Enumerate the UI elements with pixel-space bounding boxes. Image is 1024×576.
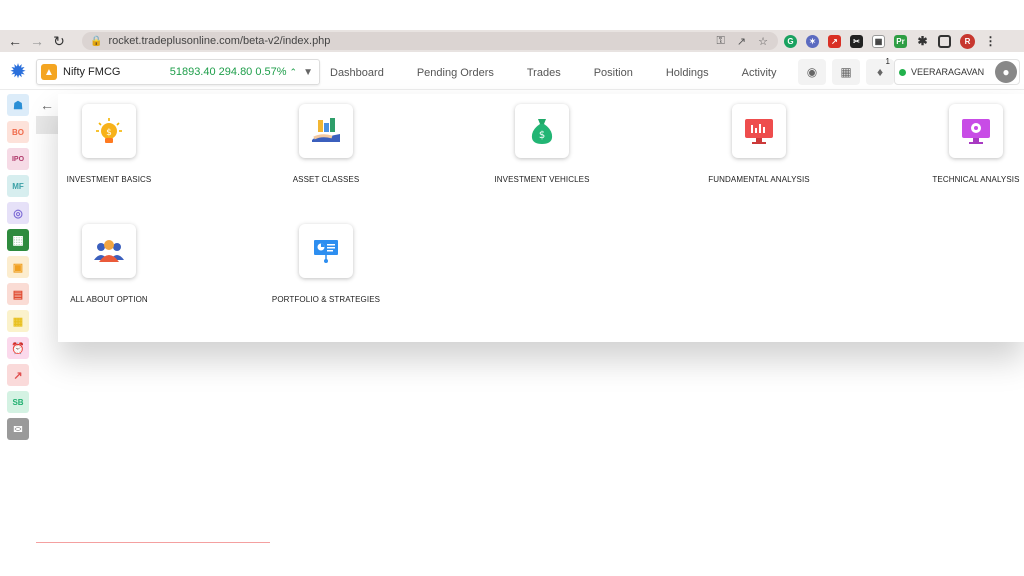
- lightbulb-icon: $: [82, 104, 136, 158]
- top-menu: Dashboard Pending Orders Trades Position…: [330, 56, 810, 90]
- tile-fundamental-analysis[interactable]: FUNDAMENTAL ANALYSIS: [689, 104, 829, 184]
- settings-extension-icon[interactable]: ✶: [806, 34, 819, 48]
- profile-avatar[interactable]: R: [960, 33, 975, 49]
- sidebar-item-sb[interactable]: SB: [7, 391, 29, 413]
- star-icon[interactable]: ☆: [758, 35, 768, 48]
- share-icon[interactable]: ↗: [737, 35, 746, 48]
- sidebar-item-mf[interactable]: MF: [7, 175, 29, 197]
- sidebar-item-chat[interactable]: ✉: [7, 418, 29, 440]
- sidebar-item-bag[interactable]: ▣: [7, 256, 29, 278]
- menu-trades[interactable]: Trades: [527, 67, 561, 79]
- rocket-logo-icon[interactable]: ✹: [6, 59, 30, 85]
- user-menu[interactable]: VEERARAGAVAN ●: [894, 59, 1020, 85]
- bell-icon[interactable]: ♦ 1: [866, 57, 894, 85]
- tile-technical-analysis[interactable]: TECHNICAL ANALYSIS: [906, 104, 1024, 184]
- up-arrow-icon: ⌃: [289, 66, 298, 77]
- notification-count: 1: [885, 57, 890, 66]
- report-icon: ▤: [12, 288, 24, 301]
- people-icon: [82, 224, 136, 278]
- menu-holdings[interactable]: Holdings: [666, 67, 709, 79]
- chart-icon: ↗: [13, 369, 23, 382]
- tile-all-about-option[interactable]: ALL ABOUT OPTION: [39, 224, 179, 304]
- sidebar-item-ipo[interactable]: IPO: [7, 148, 29, 170]
- sidebar: ☗ BO IPO MF ◎ ▦ ▣ ▤ ▦ ⏰ ↗ SB ✉: [0, 92, 35, 546]
- progress-line: [36, 542, 270, 543]
- sidebar-item-home[interactable]: ☗: [7, 94, 29, 116]
- ticker-name: Nifty FMCG: [63, 66, 121, 78]
- ticker-value: 51893.40 294.80 0.57%: [169, 66, 287, 78]
- tile-label: ALL ABOUT OPTION: [70, 295, 148, 304]
- app-frame: ← → ↻ 🔒 rocket.tradeplusonline.com/beta-…: [0, 30, 1024, 546]
- bag-icon: ▣: [12, 261, 24, 274]
- user-avatar-icon[interactable]: ●: [995, 61, 1017, 83]
- menu-dashboard[interactable]: Dashboard: [330, 67, 384, 79]
- money-bag-header-icon[interactable]: ◉: [798, 59, 826, 85]
- reload-icon[interactable]: ↻: [48, 30, 70, 52]
- alarm-icon: ⏰: [11, 342, 25, 355]
- tile-asset-classes[interactable]: ASSET CLASSES: [256, 104, 396, 184]
- address-bar[interactable]: 🔒 rocket.tradeplusonline.com/beta-v2/ind…: [82, 32, 778, 50]
- monitor-chart-icon: [732, 104, 786, 158]
- tile-label: PORTFOLIO & STRATEGIES: [271, 295, 381, 304]
- sidebar-item-grid[interactable]: ▦: [7, 229, 29, 251]
- lock-icon: 🔒: [90, 35, 103, 47]
- pdf-extension-icon[interactable]: ↗: [828, 34, 841, 48]
- sidebar-item-report[interactable]: ▤: [7, 283, 29, 305]
- svg-text:$: $: [539, 130, 545, 141]
- chevron-down-icon[interactable]: ▼: [303, 67, 313, 78]
- menu-position[interactable]: Position: [594, 67, 633, 79]
- sidebar-item-bo[interactable]: BO: [7, 121, 29, 143]
- monitor-gear-icon: [949, 104, 1003, 158]
- forward-icon[interactable]: →: [26, 30, 48, 52]
- sidebar-item-chart[interactable]: ↗: [7, 364, 29, 386]
- tile-label: ASSET CLASSES: [292, 175, 360, 184]
- tile-label: FUNDAMENTAL ANALYSIS: [708, 175, 810, 184]
- sidepanel-icon[interactable]: [938, 34, 951, 48]
- back-icon[interactable]: ←: [4, 30, 26, 52]
- fmcg-icon: ▲: [41, 64, 57, 80]
- url-text: rocket.tradeplusonline.com/beta-v2/index…: [108, 35, 331, 47]
- calendar-icon: ▦: [12, 315, 24, 328]
- puzzle-icon[interactable]: ✱: [916, 34, 929, 48]
- tile-investment-basics[interactable]: $ INVESTMENT BASICS: [39, 104, 179, 184]
- money-bag-icon: $: [515, 104, 569, 158]
- scan-icon[interactable]: ▦: [832, 59, 860, 85]
- home-icon: ☗: [13, 99, 23, 112]
- user-name: VEERARAGAVAN: [911, 67, 985, 77]
- presentation-icon: [299, 224, 353, 278]
- sidebar-item-calendar[interactable]: ▦: [7, 310, 29, 332]
- tile-portfolio-strategies[interactable]: PORTFOLIO & STRATEGIES: [256, 224, 396, 304]
- chat-icon: ✉: [13, 423, 23, 436]
- sidebar-item-fingerprint[interactable]: ◎: [7, 202, 29, 224]
- tile-label: INVESTMENT BASICS: [66, 175, 152, 184]
- key-icon[interactable]: ⚿: [717, 35, 725, 48]
- online-status-icon: [899, 68, 906, 76]
- grid-icon: ▦: [12, 233, 24, 247]
- sidebar-item-alarm[interactable]: ⏰: [7, 337, 29, 359]
- menu-activity[interactable]: Activity: [742, 67, 777, 79]
- extensions: G ✶ ↗ ✂ ▦ Pr ✱ R ⋮: [784, 32, 997, 50]
- tile-investment-vehicles[interactable]: $ INVESTMENT VEHICLES: [472, 104, 612, 184]
- tile-label: TECHNICAL ANALYSIS: [932, 175, 1020, 184]
- fingerprint-icon: ◎: [13, 207, 23, 220]
- tool-extension-icon[interactable]: ✂: [850, 34, 863, 48]
- grammarly-icon[interactable]: G: [784, 34, 797, 48]
- tile-label: INVESTMENT VEHICLES: [494, 175, 590, 184]
- asset-hand-icon: [299, 104, 353, 158]
- app-header: ✹ ▲ Nifty FMCG 51893.40 294.80 0.57% ⌃ ▼…: [0, 56, 1024, 90]
- svg-text:$: $: [106, 128, 112, 138]
- ticker-selector[interactable]: ▲ Nifty FMCG 51893.40 294.80 0.57% ⌃ ▼: [36, 59, 320, 85]
- menu-pending-orders[interactable]: Pending Orders: [417, 67, 494, 79]
- header-icons: ◉ ▦ ♦ 1: [798, 57, 894, 85]
- more-menu-icon[interactable]: ⋮: [984, 34, 997, 48]
- qr-extension-icon[interactable]: ▦: [872, 34, 885, 48]
- pr-extension-icon[interactable]: Pr: [894, 34, 907, 48]
- learning-card: $ INVESTMENT BASICS ASSET CLASSES $ INVE…: [58, 94, 1024, 342]
- browser-toolbar: ← → ↻ 🔒 rocket.tradeplusonline.com/beta-…: [0, 30, 1024, 52]
